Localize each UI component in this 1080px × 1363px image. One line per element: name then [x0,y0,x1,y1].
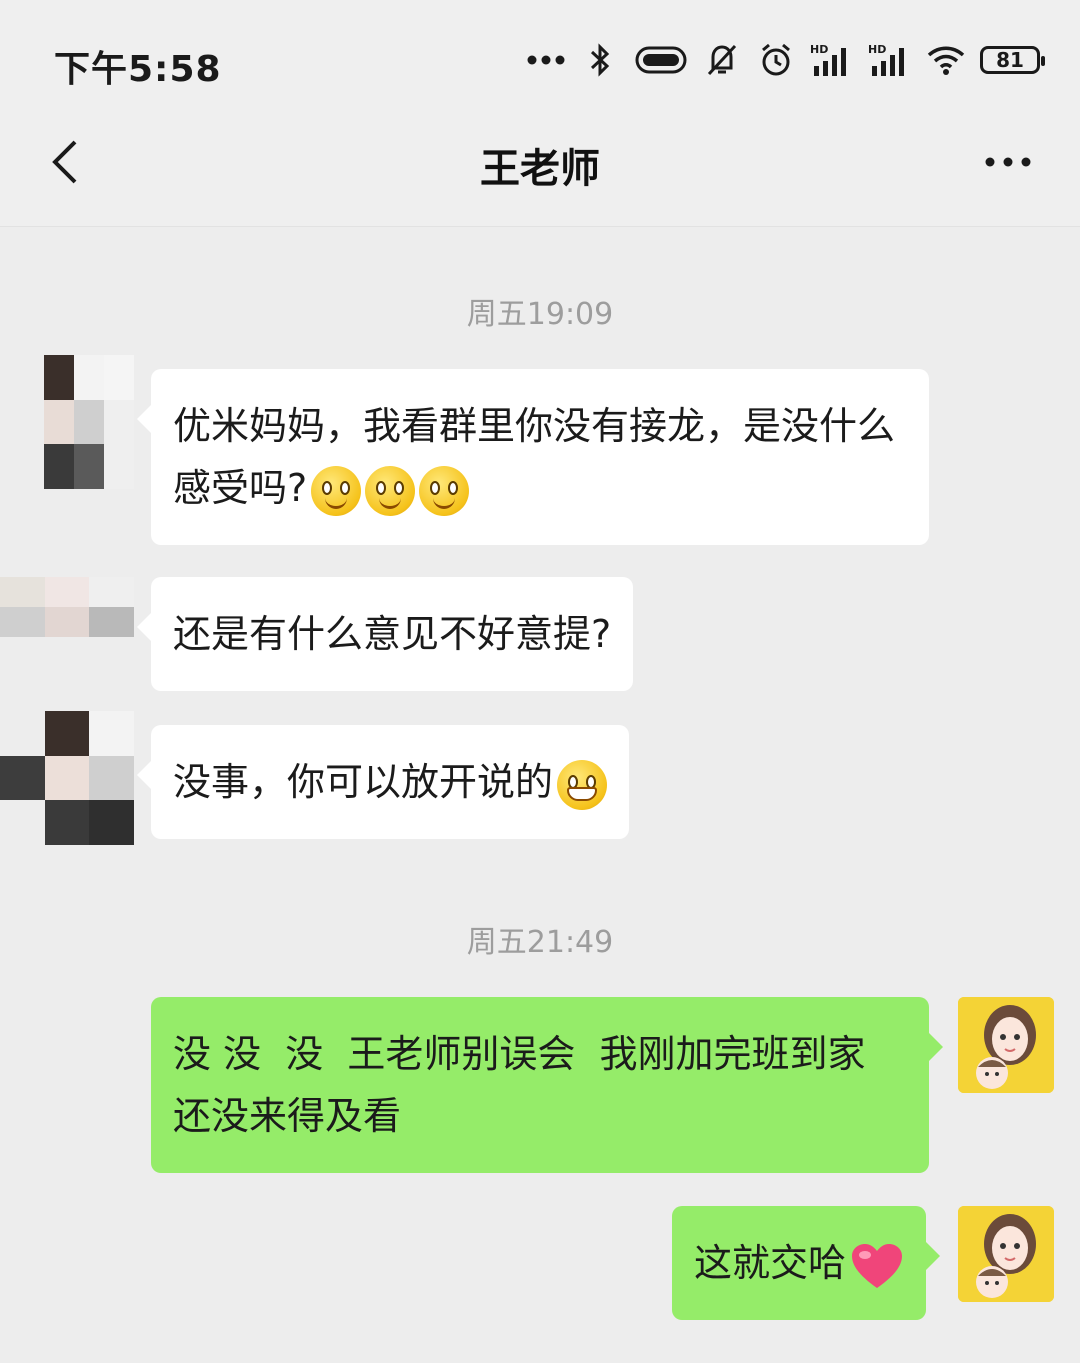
timestamp: 周五21:49 [466,925,614,960]
more-horizontal-icon [985,157,1031,167]
smile-emoji [365,465,416,516]
message-bubble-right[interactable]: 没 没 没 王老师别误会 我刚加完班到家 还没来得及看 [151,997,943,1173]
more-button[interactable] [976,134,1040,190]
avatar[interactable] [0,711,134,845]
bluetooth-icon [580,40,620,80]
grin-emoji [557,759,608,810]
avatar[interactable] [44,355,134,489]
signal-hd-icon: HD [810,40,854,80]
message-text: 没 没 没 王老师别误会 我刚加完班到家 还没来得及看 [173,1032,878,1138]
toggle-icon [634,40,688,80]
my-avatar[interactable] [958,997,1054,1093]
page-title: 王老师 [480,146,600,192]
message-bubble-right[interactable]: 这就交哈 [672,1206,941,1320]
chat-area[interactable]: 周五19:09 优米妈妈，我看群里你没有接龙，是没什么感受吗? 还是有什么意见不… [0,227,1080,1363]
bell-muted-icon [702,40,742,80]
smile-emoji [419,465,470,516]
message-text: 没事，你可以放开说的 [173,760,554,804]
message-text: 还是有什么意见不好意提? [173,612,612,656]
message-text: 这就交哈 [694,1241,847,1285]
message-bubble-left[interactable]: 没事，你可以放开说的 [136,725,630,839]
battery-level: 81 [996,48,1024,72]
heart-emoji [850,1242,904,1290]
smile-emoji [311,465,362,516]
status-bar: 下午5:58 HD HD 81 [0,0,1080,100]
battery-icon: 81 [980,46,1045,74]
timestamp: 周五19:09 [466,297,614,332]
svg-text:HD: HD [810,43,828,56]
wifi-icon [926,40,966,80]
message-text: 优米妈妈，我看群里你没有接龙，是没什么感受吗? [173,404,896,510]
status-time: 下午5:58 [54,49,222,90]
avatar[interactable] [0,577,134,667]
message-bubble-left[interactable]: 优米妈妈，我看群里你没有接龙，是没什么感受吗? [137,369,929,545]
nav-bar: 王老师 [0,100,1080,227]
message-bubble-left[interactable]: 还是有什么意见不好意提? [136,577,634,691]
more-dots-icon [526,40,566,80]
status-icons: HD HD 81 [526,40,1045,80]
my-avatar[interactable] [958,1206,1054,1302]
signal-hd-icon-2: HD [868,40,912,80]
svg-text:HD: HD [868,43,886,56]
alarm-icon [756,40,796,80]
